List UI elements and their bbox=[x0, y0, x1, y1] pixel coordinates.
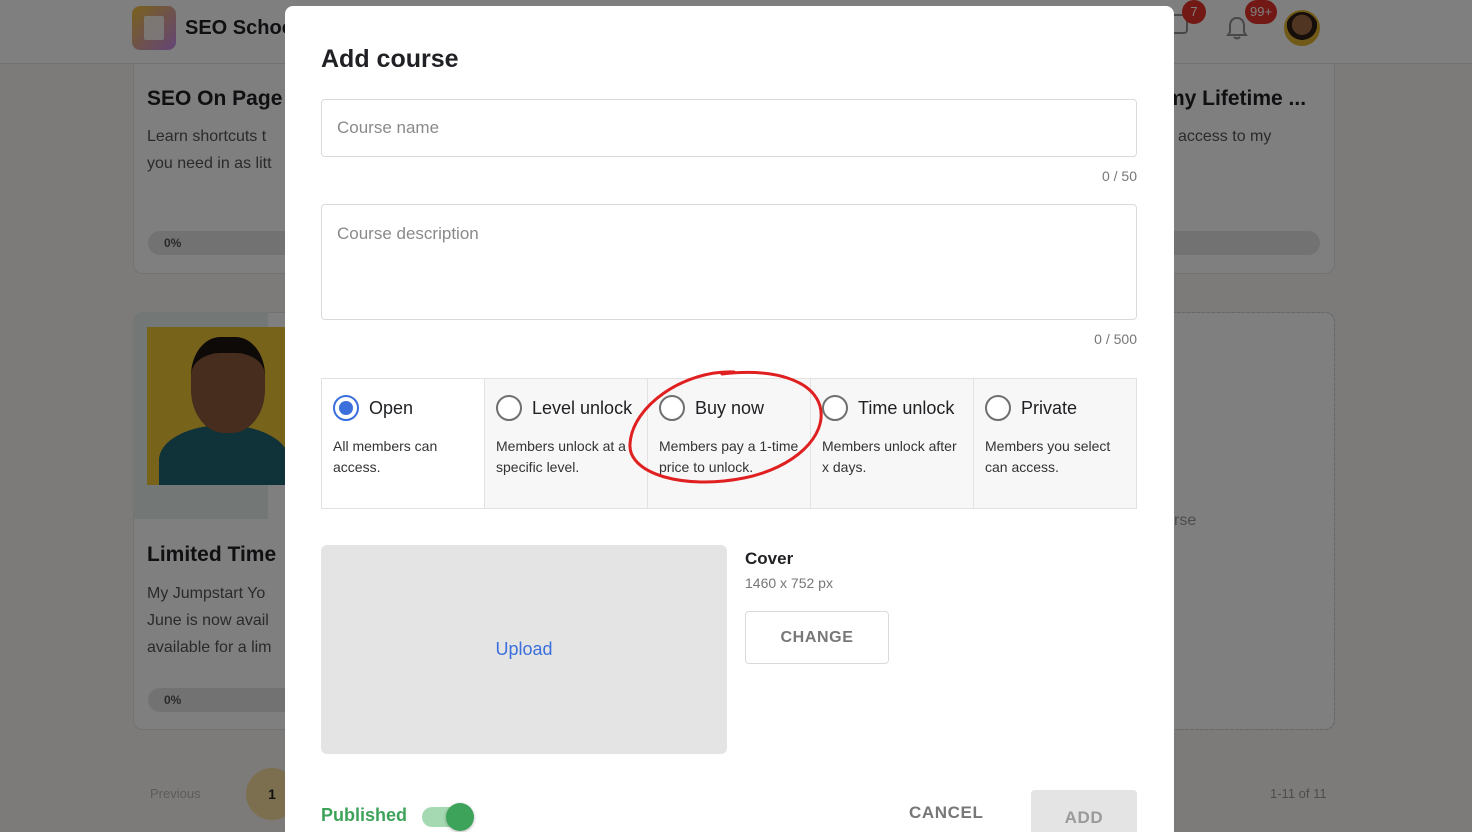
cancel-button[interactable]: CANCEL bbox=[909, 803, 983, 823]
access-option-desc: Members pay a 1-time price to unlock. bbox=[659, 438, 799, 475]
access-option-buy-now[interactable]: Buy now Members pay a 1-time price to un… bbox=[647, 379, 810, 508]
access-options: Open All members can access. Level unloc… bbox=[321, 378, 1137, 509]
dialog-title: Add course bbox=[321, 45, 459, 73]
cover-upload-area[interactable]: Upload bbox=[321, 545, 727, 754]
access-option-desc: Members unlock after x days. bbox=[822, 438, 957, 475]
add-course-dialog: Add course 0 / 50 0 / 500 Open All membe… bbox=[285, 6, 1174, 832]
access-option-label: Open bbox=[369, 398, 414, 418]
add-button[interactable]: ADD bbox=[1031, 790, 1137, 832]
radio-private[interactable] bbox=[985, 395, 1011, 421]
access-option-private[interactable]: Private Members you select can access. bbox=[973, 379, 1136, 508]
access-option-open[interactable]: Open All members can access. bbox=[322, 379, 484, 508]
radio-time-unlock[interactable] bbox=[822, 395, 848, 421]
access-option-level-unlock[interactable]: Level unlock Members unlock at a specifi… bbox=[484, 379, 647, 508]
access-option-label: Buy now bbox=[695, 398, 765, 418]
access-option-label: Level unlock bbox=[532, 398, 633, 418]
course-description-input[interactable] bbox=[322, 205, 1136, 319]
cover-title: Cover bbox=[745, 549, 794, 568]
access-option-desc: Members unlock at a specific level. bbox=[496, 438, 626, 475]
published-toggle[interactable] bbox=[422, 803, 476, 831]
change-cover-button[interactable]: CHANGE bbox=[745, 611, 889, 664]
access-option-desc: All members can access. bbox=[333, 438, 438, 475]
course-name-input[interactable] bbox=[322, 100, 1136, 156]
course-description-field[interactable] bbox=[321, 204, 1137, 320]
course-description-counter: 0 / 500 bbox=[1094, 331, 1137, 347]
published-label: Published bbox=[321, 805, 408, 825]
access-option-label: Private bbox=[1021, 398, 1078, 418]
course-name-field[interactable] bbox=[321, 99, 1137, 157]
access-option-desc: Members you select can access. bbox=[985, 438, 1111, 475]
radio-open[interactable] bbox=[333, 395, 359, 421]
cover-size: 1460 x 752 px bbox=[745, 575, 833, 591]
upload-link[interactable]: Upload bbox=[495, 639, 552, 660]
radio-buy-now[interactable] bbox=[659, 395, 685, 421]
access-option-label: Time unlock bbox=[858, 398, 955, 418]
course-name-counter: 0 / 50 bbox=[1101, 168, 1137, 184]
radio-level-unlock[interactable] bbox=[496, 395, 522, 421]
access-option-time-unlock[interactable]: Time unlock Members unlock after x days. bbox=[810, 379, 973, 508]
